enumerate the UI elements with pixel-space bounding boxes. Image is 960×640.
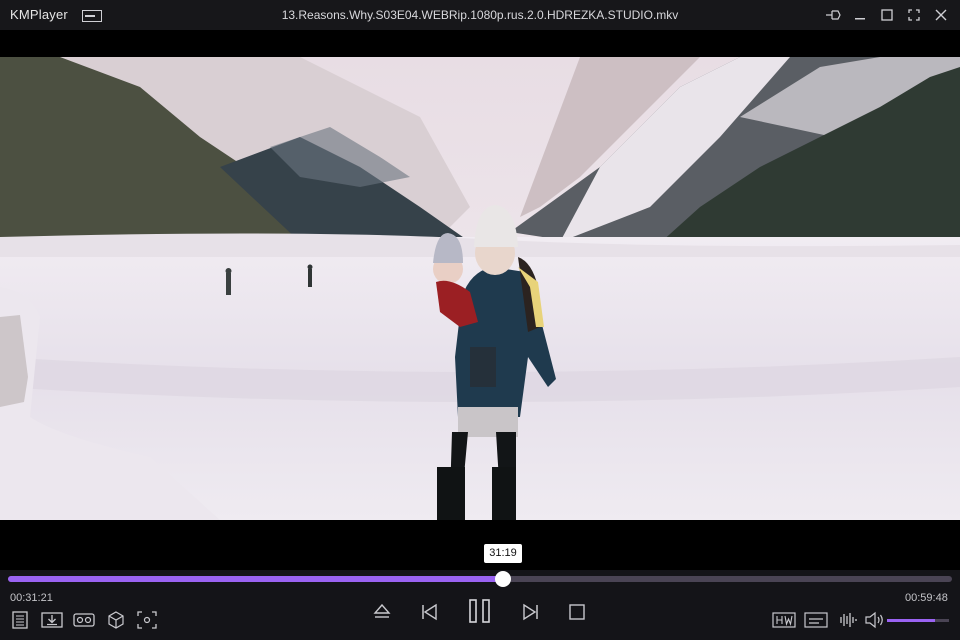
playlist-icon[interactable] (10, 610, 30, 630)
maximize-icon[interactable] (878, 6, 896, 24)
audio-waveform-icon[interactable] (836, 611, 860, 629)
video-display[interactable] (0, 30, 960, 520)
volume-slider[interactable] (887, 619, 949, 622)
subtitle-icon[interactable] (804, 611, 828, 629)
3d-cube-icon[interactable] (106, 610, 126, 630)
volume-level (887, 619, 936, 622)
screen-capture-icon[interactable] (136, 610, 158, 630)
seek-progress (8, 576, 503, 582)
current-time: 00:31:21 (10, 592, 53, 604)
video-frame (0, 57, 960, 520)
menu-icon[interactable] (82, 9, 102, 22)
close-icon[interactable] (932, 6, 950, 24)
stop-icon[interactable] (568, 603, 586, 621)
next-icon[interactable] (521, 602, 541, 622)
app-logo[interactable]: KMPlayer (10, 7, 68, 22)
file-title: 13.Reasons.Why.S03E04.WEBRip.1080p.rus.2… (281, 8, 679, 22)
seek-handle[interactable] (494, 571, 511, 587)
vr-icon[interactable] (73, 611, 95, 629)
pin-icon[interactable] (824, 6, 842, 24)
pause-icon[interactable] (467, 598, 493, 624)
title-bar: KMPlayer 13.Reasons.Why.S03E04.WEBRip.10… (0, 0, 960, 30)
minimize-icon[interactable] (851, 6, 869, 24)
hw-decoder-icon[interactable] (772, 611, 796, 629)
download-icon[interactable] (41, 610, 63, 630)
fullscreen-icon[interactable] (905, 6, 923, 24)
eject-icon[interactable] (372, 602, 392, 622)
seek-bar[interactable] (8, 571, 952, 587)
volume-icon[interactable] (864, 611, 886, 629)
seek-tooltip: 31:19 (484, 544, 522, 563)
previous-icon[interactable] (419, 602, 439, 622)
total-time: 00:59:48 (905, 592, 948, 604)
